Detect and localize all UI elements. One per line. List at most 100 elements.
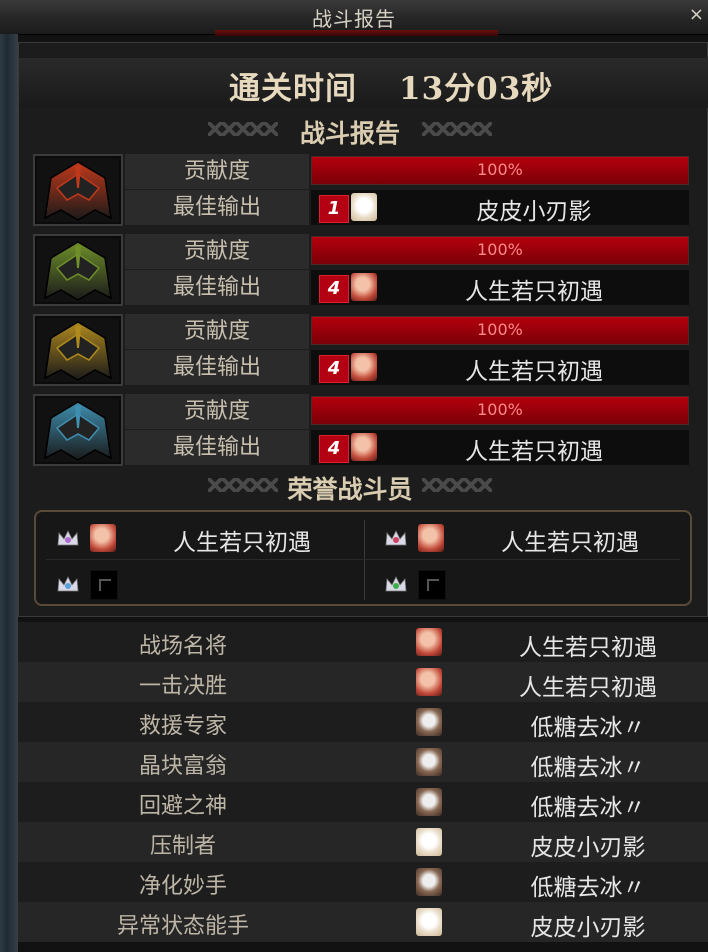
honor-fighters-box: 人生若只初遇 人生若只初遇	[34, 510, 692, 606]
award-title: 净化妙手	[138, 874, 227, 899]
red-haired-avatar-icon	[351, 353, 377, 381]
best-output-player: 人生若只初遇	[465, 439, 603, 465]
crown-icon	[385, 530, 407, 546]
white-haired-avatar-icon	[416, 828, 442, 856]
rank-badge-icon: 4	[319, 275, 349, 303]
award-player: 低糖去冰〃	[530, 795, 646, 821]
dark-skinned-avatar-icon	[416, 708, 442, 736]
honor-slot	[370, 566, 680, 602]
award-player: 皮皮小刃影	[530, 835, 646, 861]
contribution-value: 100%	[477, 160, 523, 179]
contribution-bar: 100%	[311, 396, 689, 425]
award-player: 皮皮小刃影	[530, 915, 646, 941]
award-player: 低糖去冰〃	[530, 755, 646, 781]
award-player: 低糖去冰〃	[530, 875, 646, 901]
dungeon-portrait	[33, 234, 123, 306]
dungeon-row: 贡献度 100% 最佳输出 1 皮皮小刃影	[33, 154, 693, 226]
dark-skinned-avatar-icon	[416, 748, 442, 776]
award-title: 异常状态能手	[116, 914, 249, 939]
empty-slot-icon	[90, 570, 118, 600]
diamond-ornament-icon	[422, 478, 492, 492]
dungeon-helm-icon	[37, 238, 119, 302]
award-row: 净化妙手 低糖去冰〃	[18, 862, 708, 902]
award-title: 回避之神	[138, 794, 227, 819]
best-output-cell: 4 人生若只初遇	[311, 270, 689, 305]
white-haired-avatar-icon	[351, 193, 377, 221]
contribution-value: 100%	[477, 320, 523, 339]
award-title: 晶块富翁	[138, 754, 227, 779]
dungeon-row: 贡献度 100% 最佳输出 4 人生若只初遇	[33, 234, 693, 306]
white-haired-avatar-icon	[416, 908, 442, 936]
contribution-value: 100%	[477, 240, 523, 259]
contribution-line: 贡献度 100%	[125, 234, 691, 269]
award-player: 人生若只初遇	[519, 675, 657, 701]
best-output-label: 最佳输出	[125, 190, 309, 225]
award-title: 救援专家	[138, 714, 227, 739]
close-icon[interactable]: ×	[689, 4, 704, 25]
contribution-label: 贡献度	[125, 314, 309, 349]
contribution-line: 贡献度 100%	[125, 154, 691, 189]
dark-skinned-avatar-icon	[416, 868, 442, 896]
best-output-cell: 1 皮皮小刃影	[311, 190, 689, 225]
dungeon-portrait	[33, 154, 123, 226]
honor-divider	[46, 559, 680, 560]
best-output-line: 最佳输出 4 人生若只初遇	[125, 430, 691, 465]
contribution-label: 贡献度	[125, 154, 309, 189]
red-haired-avatar-icon	[416, 668, 442, 696]
best-output-label: 最佳输出	[125, 270, 309, 305]
dungeon-row: 贡献度 100% 最佳输出 4 人生若只初遇	[33, 314, 693, 386]
honor-slot[interactable]: 人生若只初遇	[370, 520, 680, 556]
red-haired-avatar-icon	[416, 628, 442, 656]
best-output-label: 最佳输出	[125, 430, 309, 465]
dungeon-portrait	[33, 394, 123, 466]
dungeon-portrait	[33, 314, 123, 386]
empty-slot-icon	[418, 570, 446, 600]
clear-time-label: 通关时间	[229, 71, 357, 107]
award-title: 一击决胜	[138, 674, 227, 699]
contribution-label: 贡献度	[125, 234, 309, 269]
best-output-label: 最佳输出	[125, 350, 309, 385]
award-player: 人生若只初遇	[519, 635, 657, 661]
honor-player-name: 人生若只初遇	[501, 530, 639, 556]
crown-icon	[385, 576, 407, 592]
diamond-ornament-icon	[422, 122, 492, 136]
background-strip	[0, 34, 18, 952]
best-output-player: 人生若只初遇	[465, 279, 603, 305]
best-output-cell: 4 人生若只初遇	[311, 350, 689, 385]
red-haired-avatar-icon	[351, 273, 377, 301]
contribution-line: 贡献度 100%	[125, 314, 691, 349]
award-row: 压制者 皮皮小刃影	[18, 822, 708, 862]
best-output-line: 最佳输出 4 人生若只初遇	[125, 270, 691, 305]
contribution-bar: 100%	[311, 156, 689, 185]
honor-heading: 荣誉战斗员	[200, 470, 500, 504]
award-row: 战场名将 人生若只初遇	[18, 622, 708, 662]
crown-icon	[57, 530, 79, 546]
contribution-line: 贡献度 100%	[125, 394, 691, 429]
contribution-bar: 100%	[311, 236, 689, 265]
dark-skinned-avatar-icon	[416, 788, 442, 816]
honor-divider	[364, 520, 365, 600]
award-player: 低糖去冰〃	[530, 715, 646, 741]
dungeon-helm-icon	[37, 318, 119, 382]
dungeon-row: 贡献度 100% 最佳输出 4 人生若只初遇	[33, 394, 693, 466]
contribution-bar: 100%	[311, 316, 689, 345]
red-haired-avatar-icon	[351, 433, 377, 461]
awards-table: 战场名将 人生若只初遇 一击决胜 人生若只初遇 救援专家 低糖去冰〃 晶块富翁 低糖去冰〃 回避…	[18, 622, 708, 952]
red-haired-avatar-icon	[90, 524, 116, 552]
honor-slot[interactable]: 人生若只初遇	[42, 520, 352, 556]
dungeon-helm-icon	[37, 158, 119, 222]
best-output-player: 皮皮小刃影	[476, 199, 592, 225]
best-output-player: 人生若只初遇	[465, 359, 603, 385]
rank-badge-icon: 1	[319, 195, 349, 223]
battle-report-heading: 战斗报告	[200, 114, 500, 148]
rank-badge-icon: 4	[319, 355, 349, 383]
contribution-label: 贡献度	[125, 394, 309, 429]
rank-badge-icon: 4	[319, 435, 349, 463]
best-output-line: 最佳输出 4 人生若只初遇	[125, 350, 691, 385]
honor-slot	[42, 566, 352, 602]
award-row: 救援专家 低糖去冰〃	[18, 702, 708, 742]
award-title: 压制者	[149, 834, 216, 859]
award-row: 回避之神 低糖去冰〃	[18, 782, 708, 822]
award-row: 一击决胜 人生若只初遇	[18, 662, 708, 702]
honor-player-name: 人生若只初遇	[173, 530, 311, 556]
